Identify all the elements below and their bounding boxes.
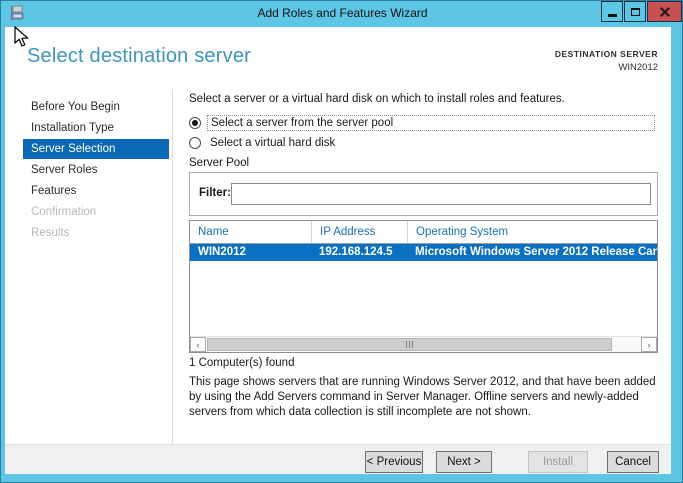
sidebar-item-confirmation: Confirmation (31, 206, 97, 218)
minimize-icon (607, 14, 617, 17)
next-button[interactable]: Next > (436, 451, 492, 473)
sidebar-item-features[interactable]: Features (23, 181, 169, 201)
horizontal-scrollbar[interactable]: ‹ › (190, 336, 657, 352)
scroll-left-icon[interactable]: ‹ (190, 337, 206, 352)
wizard-window: Add Roles and Features Wizard Select des… (0, 0, 683, 483)
filter-input[interactable] (231, 183, 651, 205)
cell-server-name: WIN2012 (198, 246, 246, 258)
server-pool-table: Name IP Address Operating System WIN2012… (189, 220, 658, 353)
sidebar-divider (172, 89, 173, 444)
radio-row-virtual-hard-disk[interactable]: Select a virtual hard disk (189, 134, 338, 151)
scroll-right-icon[interactable]: › (641, 337, 657, 352)
radio-label-server-pool: Select a server from the server pool (207, 114, 655, 131)
close-icon (659, 6, 671, 18)
table-row[interactable]: WIN2012 192.168.124.5 Microsoft Windows … (190, 244, 657, 261)
scrollbar-thumb[interactable] (207, 338, 612, 351)
radio-selected-icon[interactable] (189, 116, 201, 129)
maximize-button[interactable] (624, 1, 646, 22)
sidebar-item-before-you-begin[interactable]: Before You Begin (23, 97, 169, 117)
computers-found-status: 1 Computer(s) found (189, 357, 295, 369)
close-button[interactable] (647, 1, 682, 22)
cell-server-os: Microsoft Windows Server 2012 Release Ca… (415, 246, 657, 258)
maximize-icon (630, 7, 640, 16)
intro-text: Select a server or a virtual hard disk o… (189, 93, 565, 105)
column-header-operating-system[interactable]: Operating System (407, 221, 657, 243)
page-title: Select destination server (27, 45, 252, 67)
page-description: This page shows servers that are running… (189, 376, 656, 418)
sidebar-item-server-selection[interactable]: Server Selection (23, 139, 169, 159)
cancel-button[interactable]: Cancel (607, 451, 659, 473)
destination-server-label: DESTINATION SERVER (554, 49, 658, 59)
window-title: Add Roles and Features Wizard (257, 6, 428, 20)
previous-button[interactable]: < Previous (365, 451, 423, 473)
install-button: Install (528, 451, 588, 473)
destination-server-block: DESTINATION SERVER WIN2012 (381, 49, 658, 73)
filter-label: Filter: (199, 187, 231, 199)
column-header-ip-address[interactable]: IP Address (311, 221, 407, 243)
titlebar[interactable]: Add Roles and Features Wizard (1, 1, 682, 27)
radio-icon[interactable] (189, 136, 201, 149)
radio-label-virtual-hard-disk: Select a virtual hard disk (210, 136, 336, 149)
destination-server-value: WIN2012 (618, 62, 658, 73)
radio-row-server-pool[interactable]: Select a server from the server pool (189, 114, 655, 131)
cell-server-ip: 192.168.124.5 (319, 246, 393, 258)
cursor-icon (14, 26, 30, 47)
sidebar-item-server-roles[interactable]: Server Roles (23, 160, 169, 180)
table-header-row: Name IP Address Operating System (190, 221, 657, 244)
server-pool-title: Server Pool (189, 157, 250, 169)
sidebar-item-results: Results (31, 227, 70, 239)
minimize-button[interactable] (601, 1, 623, 22)
filter-box: Filter: (189, 172, 658, 216)
sidebar-item-installation-type[interactable]: Installation Type (23, 118, 169, 138)
column-header-name[interactable]: Name (190, 221, 311, 243)
